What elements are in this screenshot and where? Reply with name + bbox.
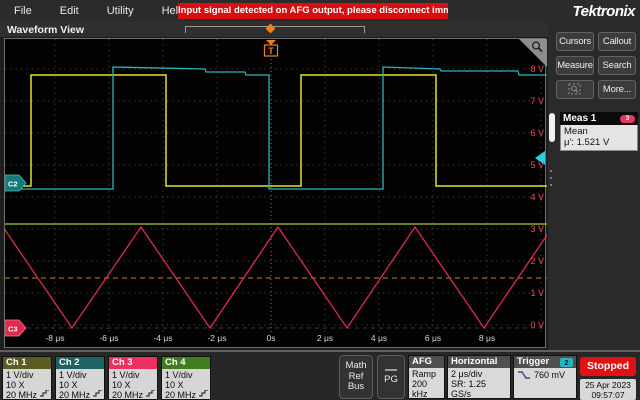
search-button[interactable]: Search: [598, 56, 636, 75]
run-stop-button[interactable]: Stopped: [580, 357, 636, 376]
svg-text:2 μs: 2 μs: [317, 333, 333, 343]
menu-edit[interactable]: Edit: [46, 0, 93, 22]
svg-text:5 V: 5 V: [530, 160, 544, 170]
meas1-badge-panel[interactable]: Meas 1 3 Mean μ': 1.521 V: [560, 112, 638, 151]
warning-banner: Input signal detected on AFG output, ple…: [178, 3, 448, 19]
ch3-marker[interactable]: C3: [5, 319, 27, 337]
acquisition-window-bracket[interactable]: [185, 26, 365, 33]
tektronix-logo: Tektronix: [572, 3, 636, 20]
ch3-marker-label: C3: [8, 325, 18, 334]
measure-button[interactable]: Measure: [556, 56, 594, 75]
ch3-atten: 10 X: [112, 380, 131, 390]
date-label: 25 Apr 2023: [585, 380, 631, 390]
svg-text:-2 μs: -2 μs: [207, 333, 226, 343]
ch1-badge[interactable]: Ch 1 1 V/div 10 X 20 MHz: [2, 356, 52, 400]
pg-waveform-preview: [385, 368, 397, 371]
zoom-tool-button[interactable]: [556, 80, 594, 99]
waveform-svg: T C2 C3 8 V 7 V 6 V 5 V 4 V 3 V 2 V 1 V …: [5, 39, 547, 343]
svg-text:2 V: 2 V: [530, 256, 544, 266]
svg-text:1 V: 1 V: [530, 288, 544, 298]
voltage-axis-labels: 8 V 7 V 6 V 5 V 4 V 3 V 2 V 1 V 0 V: [530, 64, 544, 330]
callout-button[interactable]: Callout: [598, 32, 636, 51]
results-scrollbar[interactable]: [549, 113, 555, 142]
ch1-atten: 10 X: [6, 380, 25, 390]
ch1-step-icon: [40, 390, 49, 397]
menu-file[interactable]: File: [0, 0, 46, 22]
ch4-badge-header: Ch 4: [162, 357, 210, 369]
horizontal-panel[interactable]: Horizontal 2 μs/div SR: 1.25 GS/s RL: 25…: [447, 355, 511, 400]
cursors-button[interactable]: Cursors: [556, 32, 594, 51]
time-axis-labels: -8 μs -6 μs -4 μs -2 μs 0s 2 μs 4 μs 6 μ…: [45, 333, 495, 343]
ch1-waveform: [5, 74, 547, 187]
svg-text:-4 μs: -4 μs: [153, 333, 172, 343]
zoom-corner-icon[interactable]: [519, 39, 547, 67]
afg-frequency: 200 kHz: [412, 379, 428, 399]
ch4-scale: 1 V/div: [165, 370, 193, 380]
right-sidebar: Cursors Callout Measure Search More... M…: [548, 22, 640, 350]
afg-title: AFG: [409, 356, 444, 368]
svg-text:6 μs: 6 μs: [425, 333, 441, 343]
afg-panel[interactable]: AFG Ramp 200 kHz 3 Vpp: [408, 355, 445, 400]
horizontal-title: Horizontal: [448, 356, 510, 368]
svg-text:-8 μs: -8 μs: [45, 333, 64, 343]
bus-label: Bus: [347, 381, 365, 393]
more-button[interactable]: More...: [598, 80, 636, 99]
meas1-stat: Mean: [564, 126, 588, 137]
waveform-graticule[interactable]: T C2 C3 8 V 7 V 6 V 5 V 4 V 3 V 2 V 1 V …: [4, 38, 547, 348]
trigger-panel[interactable]: Trigger 2 760 mV: [513, 355, 577, 399]
svg-text:4 V: 4 V: [530, 192, 544, 202]
svg-text:0s: 0s: [267, 333, 276, 343]
svg-text:7 V: 7 V: [530, 96, 544, 106]
sample-rate: SR: 1.25 GS/s: [451, 379, 487, 399]
horizontal-scale: 2 μs/div: [451, 369, 483, 379]
bottom-bar: Ch 1 1 V/div 10 X 20 MHz Ch 2 1 V/div 10…: [0, 350, 640, 400]
meas1-value: μ': 1.521 V: [564, 137, 610, 148]
ch4-badge[interactable]: Ch 4 1 V/div 10 X 20 MHz: [161, 356, 211, 400]
trigger-level: 760 mV: [534, 370, 566, 380]
ch2-scale: 1 V/div: [59, 370, 87, 380]
trigger-title: Trigger: [517, 356, 550, 367]
afg-waveform-type: Ramp: [412, 369, 437, 379]
falling-edge-icon: [518, 371, 530, 379]
meas1-source-badge: 3: [620, 115, 635, 123]
svg-text:4 μs: 4 μs: [371, 333, 387, 343]
ch4-step-icon: [199, 390, 208, 397]
svg-text:8 V: 8 V: [530, 64, 544, 74]
trigger-title-row: Trigger 2: [514, 356, 576, 368]
ch3-badge-header: Ch 3: [109, 357, 157, 369]
ch2-step-icon: [93, 390, 102, 397]
time-label: 09:57:07: [591, 390, 625, 400]
svg-text:8 μs: 8 μs: [479, 333, 495, 343]
svg-text:3 V: 3 V: [530, 224, 544, 234]
pg-button[interactable]: PG: [377, 355, 405, 399]
ch3-badge[interactable]: Ch 3 1 V/div 10 X 20 MHz: [108, 356, 158, 400]
ch3-scale: 1 V/div: [112, 370, 140, 380]
datetime-display: 25 Apr 2023 09:57:07: [580, 379, 636, 400]
trigger-flag-label: T: [268, 46, 274, 56]
ch4-atten: 10 X: [165, 380, 184, 390]
ch1-scale: 1 V/div: [6, 370, 34, 380]
math-ref-bus-button[interactable]: Math Ref Bus: [339, 355, 373, 399]
ch3-step-icon: [146, 390, 155, 397]
ch2-badge-header: Ch 2: [56, 357, 104, 369]
pg-label: PG: [384, 373, 398, 385]
ch1-badge-header: Ch 1: [3, 357, 51, 369]
oscilloscope-screen: File Edit Utility Help Input signal dete…: [0, 0, 640, 400]
trigger-flag[interactable]: T: [263, 40, 279, 57]
ch2-waveform: [5, 66, 547, 190]
marquee-zoom-icon: [568, 83, 581, 95]
menu-utility[interactable]: Utility: [93, 0, 148, 22]
ch2-badge[interactable]: Ch 2 1 V/div 10 X 20 MHz: [55, 356, 105, 400]
svg-text:6 V: 6 V: [530, 128, 544, 138]
svg-text:-6 μs: -6 μs: [99, 333, 118, 343]
svg-text:0 V: 0 V: [530, 320, 544, 330]
meas1-title: Meas 1: [563, 113, 597, 124]
panel-drag-handle[interactable]: [548, 170, 553, 186]
trigger-source-badge: 2: [560, 358, 573, 367]
ch2-atten: 10 X: [59, 380, 78, 390]
ch2-marker-label: C2: [8, 180, 18, 189]
